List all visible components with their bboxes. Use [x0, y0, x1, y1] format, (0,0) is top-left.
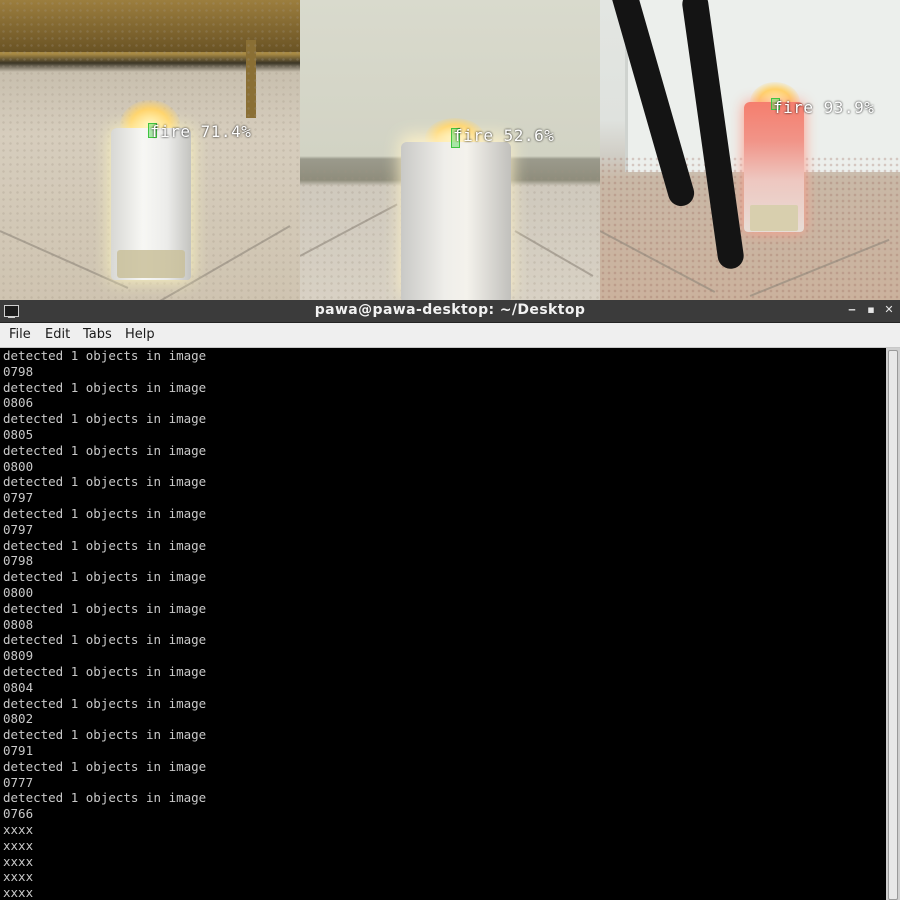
terminal-line: detected 1 objects in image	[3, 379, 207, 395]
window-title: pawa@pawa-desktop: ~/Desktop	[314, 302, 586, 318]
terminal-line: detected 1 objects in image	[3, 695, 207, 711]
terminal-line: detected 1 objects in image	[3, 442, 207, 458]
scrollbar-thumb[interactable]	[888, 350, 898, 900]
terminal-line: 0777	[3, 774, 34, 790]
terminal-line: 0800	[3, 458, 34, 474]
terminal-line: xxxx	[3, 837, 34, 853]
menu-edit[interactable]: Edit	[45, 327, 70, 342]
maximize-button[interactable]: ▪	[864, 303, 878, 317]
terminal-line: detected 1 objects in image	[3, 758, 207, 774]
terminal-line: 0797	[3, 521, 34, 537]
terminal-line: 0797	[3, 490, 34, 506]
terminal-line: xxxx	[3, 885, 34, 900]
terminal-line: detected 1 objects in image	[3, 790, 207, 806]
terminal-line: xxxx	[3, 853, 34, 869]
terminal-line: detected 1 objects in image	[3, 632, 207, 648]
terminal-line: 0791	[3, 742, 34, 758]
title-bar[interactable]: pawa@pawa-desktop: ~/Desktop ‒ ▪ ✕	[0, 300, 900, 323]
terminal-output[interactable]: detected 1 objects in image 0798 detected …	[0, 348, 886, 900]
terminal-line: 0808	[3, 616, 34, 632]
scrollbar[interactable]	[886, 348, 900, 900]
terminal-line: 0766	[3, 806, 34, 822]
menu-file[interactable]: File	[9, 327, 31, 342]
candle-base	[117, 250, 185, 278]
terminal-line: detected 1 objects in image	[3, 505, 207, 521]
detection-image-3: fire 93.9%	[600, 0, 900, 300]
close-button[interactable]: ✕	[882, 303, 896, 317]
minimize-button[interactable]: ‒	[845, 303, 859, 317]
menu-bar: File Edit Tabs Help	[0, 323, 900, 348]
detection-image-1: fire 71.4%	[0, 0, 300, 300]
terminal-line: 0804	[3, 679, 34, 695]
detection-image-2: fire 52.6%	[300, 0, 600, 300]
terminal-line: 0806	[3, 395, 34, 411]
detection-label: fire 71.4%	[150, 122, 252, 141]
detection-label: fire 52.6%	[453, 126, 555, 145]
menu-help[interactable]: Help	[125, 327, 155, 342]
candle	[401, 142, 511, 300]
terminal-line: 0798	[3, 553, 34, 569]
terminal-line: detected 1 objects in image	[3, 663, 207, 679]
terminal-line: 0805	[3, 426, 34, 442]
terminal-line: detected 1 objects in image	[3, 727, 207, 743]
terminal-line: detected 1 objects in image	[3, 600, 207, 616]
terminal-line: xxxx	[3, 869, 34, 885]
terminal-line: detected 1 objects in image	[3, 569, 207, 585]
menu-tabs[interactable]: Tabs	[83, 327, 112, 342]
candle-base	[750, 205, 798, 231]
terminal-line: 0802	[3, 711, 34, 727]
terminal-line: detected 1 objects in image	[3, 348, 207, 363]
terminal-window: pawa@pawa-desktop: ~/Desktop ‒ ▪ ✕ File …	[0, 300, 900, 900]
terminal-line: 0800	[3, 584, 34, 600]
terminal-line: xxxx	[3, 821, 34, 837]
terminal-line: detected 1 objects in image	[3, 474, 207, 490]
terminal-line: 0798	[3, 363, 34, 379]
terminal-line: detected 1 objects in image	[3, 537, 207, 553]
terminal-line: detected 1 objects in image	[3, 411, 207, 427]
terminal-line: 0809	[3, 648, 34, 664]
detection-label: fire 93.9%	[773, 98, 875, 117]
